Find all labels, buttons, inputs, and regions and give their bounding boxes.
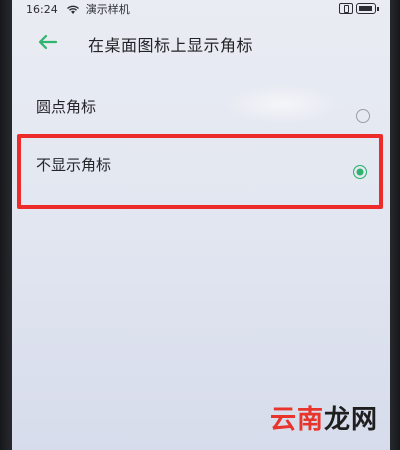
status-icons <box>339 3 379 14</box>
option-label: 圆点角标 <box>36 98 97 116</box>
arrow-left-icon <box>38 34 58 50</box>
status-time: 16:24 <box>26 2 58 16</box>
vibrate-icon <box>339 3 353 14</box>
highlight-annotation <box>17 134 383 209</box>
battery-icon <box>356 3 379 14</box>
carrier-label: 演示样机 <box>85 3 130 16</box>
watermark-part2: 龙网 <box>323 405 378 435</box>
page-title: 在桌面图标上显示角标 <box>88 36 254 55</box>
phone-screen: 16:24 演示样机 在桌面图标上显示角标 圆点角标 不显示角标 <box>12 0 390 450</box>
back-button[interactable] <box>36 30 60 54</box>
watermark-logo: 云南龙网 <box>270 399 378 436</box>
wifi-icon <box>66 5 79 14</box>
watermark-part1: 云南 <box>269 405 324 435</box>
radio-button[interactable] <box>356 109 370 123</box>
title-bar: 在桌面图标上显示角标 <box>12 24 390 60</box>
status-bar: 16:24 演示样机 <box>12 0 390 18</box>
option-dot-badge[interactable]: 圆点角标 <box>12 88 390 140</box>
